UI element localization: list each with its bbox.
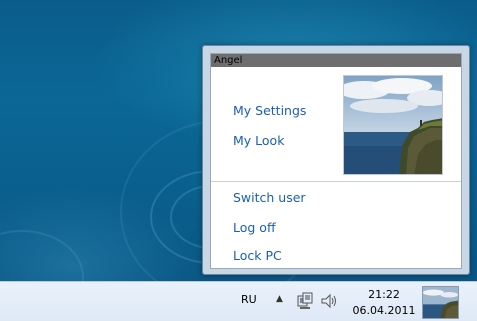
coastal-cliff-thumbnail-icon [423, 287, 458, 318]
user-menu-popup: Angel My Settings My Look Switch user Lo… [202, 45, 470, 275]
user-picture[interactable] [343, 75, 443, 175]
my-look-link[interactable]: My Look [233, 133, 284, 148]
language-indicator[interactable]: RU [241, 293, 257, 306]
lock-pc-link[interactable]: Lock PC [233, 248, 282, 263]
user-thumbnail-button[interactable] [422, 286, 459, 319]
switch-user-link[interactable]: Switch user [233, 190, 306, 205]
my-settings-link[interactable]: My Settings [233, 103, 306, 118]
taskbar: RU ▲ 21:22 06.04.2011 [0, 281, 477, 321]
log-off-link[interactable]: Log off [233, 220, 276, 235]
network-icon[interactable] [297, 292, 313, 310]
wallpaper-swirl [0, 230, 84, 281]
volume-icon[interactable] [320, 292, 340, 310]
coastal-cliff-photo-icon [344, 76, 442, 174]
user-menu-title: Angel [211, 54, 461, 67]
clock-time[interactable]: 21:22 [362, 288, 406, 301]
user-menu-panel: Angel My Settings My Look Switch user Lo… [210, 53, 462, 269]
menu-divider [211, 181, 461, 182]
clock-date[interactable]: 06.04.2011 [352, 304, 416, 317]
chevron-up-icon[interactable]: ▲ [276, 294, 283, 304]
